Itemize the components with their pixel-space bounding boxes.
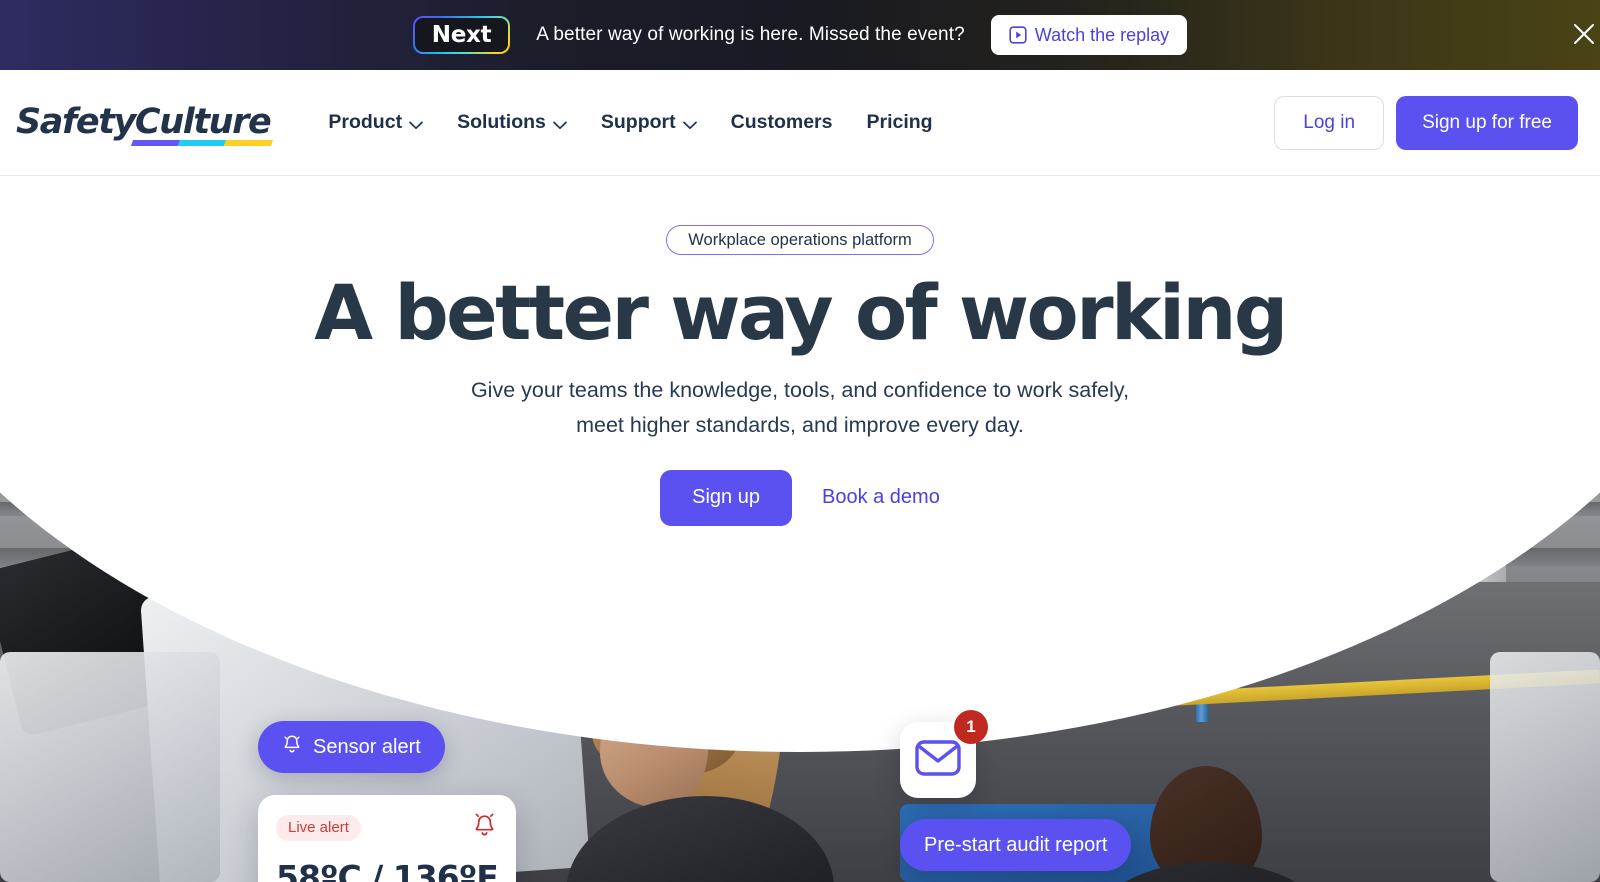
close-icon <box>1571 21 1597 50</box>
nav-label-product: Product <box>328 111 403 133</box>
live-alert-card-header: Live alert <box>276 811 498 844</box>
promo-banner: Next A better way of working is here. Mi… <box>0 0 1600 70</box>
bell-ringing-icon <box>471 811 498 844</box>
live-alert-card[interactable]: Live alert 58ºC / 136ºF <box>258 795 516 882</box>
hero-subtitle: Give your teams the knowledge, tools, an… <box>470 378 1130 437</box>
nav-item-pricing[interactable]: Pricing <box>867 111 933 134</box>
live-alert-temperature: 58ºC / 136ºF <box>276 858 499 882</box>
next-event-badge: Next <box>413 16 510 54</box>
mail-notification-card[interactable]: 1 <box>900 710 988 798</box>
audit-report-pill-wrapper: Pre-start audit report <box>900 819 1132 871</box>
chevron-down-icon <box>682 113 697 136</box>
hero-section: Workplace operations platform A better w… <box>0 176 1600 882</box>
nav-label-pricing: Pricing <box>866 111 933 133</box>
envelope-icon <box>915 739 961 782</box>
site-header: SafetyCulture Product Solutions Support … <box>0 70 1600 176</box>
banner-close-button[interactable] <box>1562 13 1600 57</box>
chevron-down-icon <box>409 113 423 136</box>
page-title: A better way of working <box>314 268 1288 357</box>
hero-content: Workplace operations platform A better w… <box>0 176 1600 526</box>
nav-item-support[interactable]: Support <box>601 110 697 136</box>
watch-replay-button[interactable]: Watch the replay <box>990 15 1188 55</box>
promo-message: A better way of working is here. Missed … <box>536 24 965 45</box>
hero-book-demo-link[interactable]: Book a demo <box>822 486 940 509</box>
mail-card-wrapper: 1 <box>900 710 988 798</box>
next-badge-label: Next <box>431 22 492 48</box>
safetyculture-logo[interactable]: SafetyCulture <box>16 102 274 146</box>
nav-label-solutions: Solutions <box>457 111 546 133</box>
nav-item-product[interactable]: Product <box>328 110 423 136</box>
play-in-box-icon <box>1009 26 1027 44</box>
audit-report-label: Pre-start audit report <box>924 833 1108 856</box>
sensor-alert-pill-wrapper: Sensor alert <box>258 721 445 773</box>
logo-wordmark: SafetyCulture <box>16 102 272 142</box>
live-alert-card-wrapper: Live alert 58ºC / 136ºF <box>258 795 516 882</box>
logo-underline-icon <box>130 140 274 146</box>
photo-worker-background <box>1092 766 1390 882</box>
sensor-alert-label: Sensor alert <box>313 735 421 758</box>
live-alert-badge: Live alert <box>276 814 361 841</box>
header-actions: Log in Sign up for free <box>1274 95 1578 150</box>
hero-signup-button[interactable]: Sign up <box>660 469 792 526</box>
nav-label-support: Support <box>600 111 676 133</box>
login-button[interactable]: Log in <box>1274 95 1385 150</box>
sensor-alert-pill[interactable]: Sensor alert <box>258 721 445 773</box>
main-navigation: Product Solutions Support Customers Pric… <box>328 110 932 136</box>
hero-eyebrow-badge: Workplace operations platform <box>666 225 934 255</box>
mail-unread-badge: 1 <box>954 710 988 744</box>
chevron-down-icon <box>553 113 567 136</box>
nav-item-solutions[interactable]: Solutions <box>457 110 567 136</box>
watch-replay-label: Watch the replay <box>1034 24 1170 45</box>
bell-icon <box>282 734 302 761</box>
prestart-audit-report-pill[interactable]: Pre-start audit report <box>900 819 1132 871</box>
nav-item-customers[interactable]: Customers <box>731 111 833 134</box>
signup-free-button[interactable]: Sign up for free <box>1396 95 1578 150</box>
nav-label-customers: Customers <box>730 111 833 133</box>
hero-cta-group: Sign up Book a demo <box>660 469 940 526</box>
